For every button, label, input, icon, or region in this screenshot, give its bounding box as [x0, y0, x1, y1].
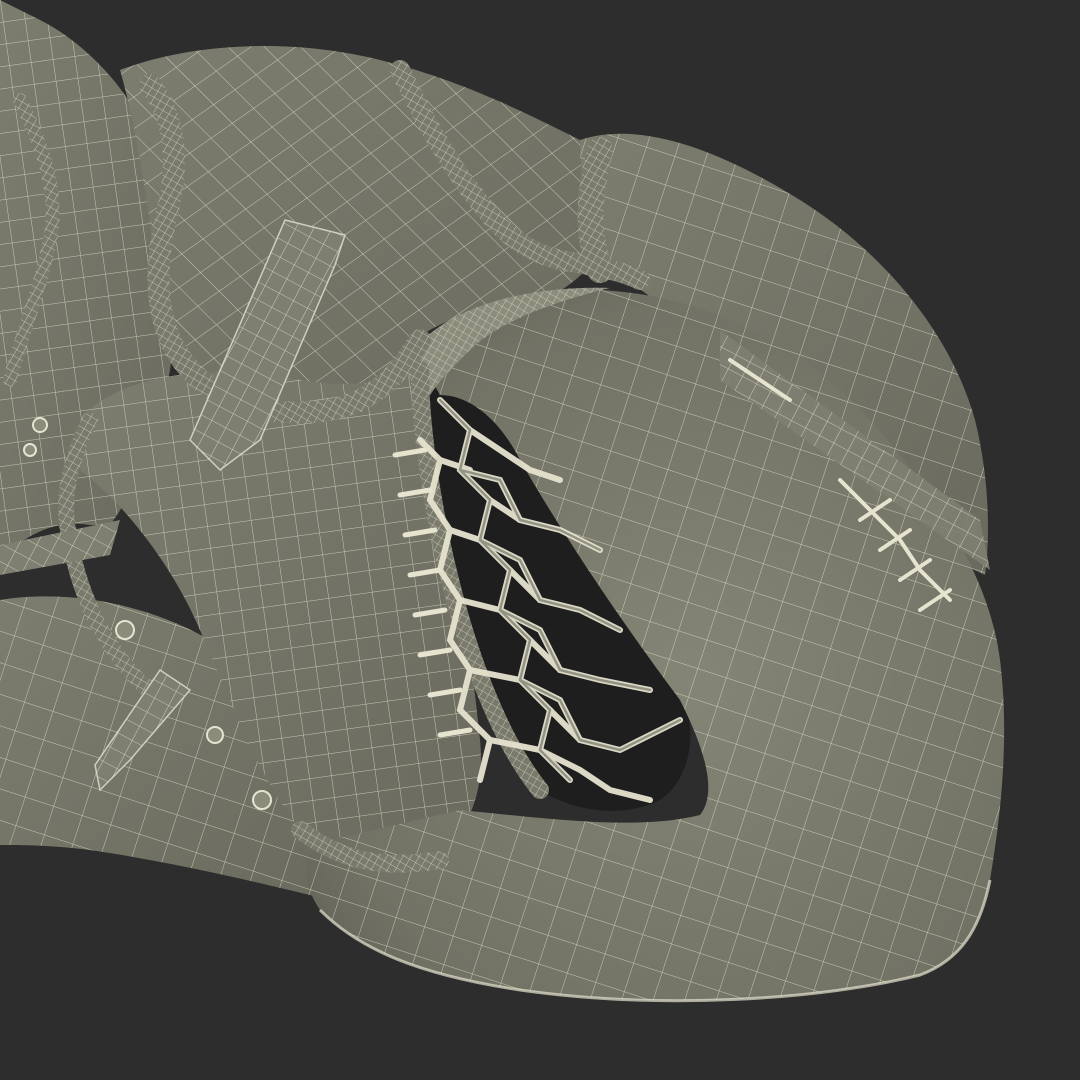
wireframe-render	[0, 0, 1080, 1080]
render-viewport	[0, 0, 1080, 1080]
